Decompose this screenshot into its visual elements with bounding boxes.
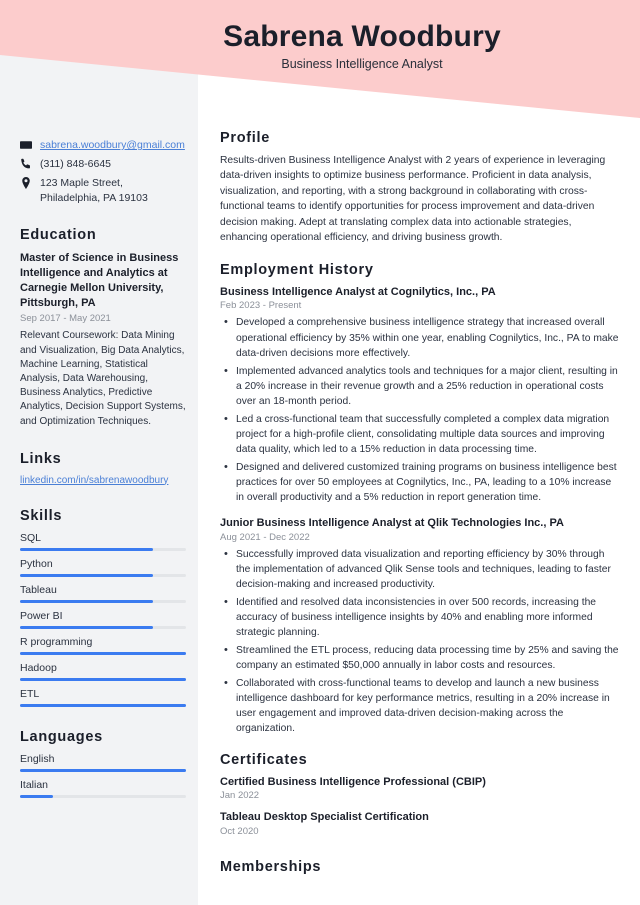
contact-list: sabrena.woodbury@gmail.com (311) 848-6645…: [20, 138, 186, 205]
language-level-fill: [20, 768, 186, 772]
resume-page: sabrena.woodbury@gmail.com (311) 848-6645…: [0, 0, 640, 905]
employment-entry: Junior Business Intelligence Analyst at …: [220, 516, 620, 736]
employment-bullet: Collaborated with cross-functional teams…: [220, 675, 620, 736]
language-item: English: [20, 753, 186, 772]
employment-title: Junior Business Intelligence Analyst at …: [220, 516, 564, 529]
employment-bullet: Streamlined the ETL process, reducing da…: [220, 642, 620, 673]
skill-level-fill: [20, 677, 186, 681]
language-level-track: [20, 794, 186, 798]
employment-bullet: Identified and resolved data inconsisten…: [220, 594, 620, 640]
skill-item: Tableau: [20, 584, 186, 603]
language-level-track: [20, 768, 186, 772]
employment-title: Business Intelligence Analyst at Cognily…: [220, 285, 496, 298]
language-level-fill: [20, 794, 54, 798]
education-date: Sep 2017 - May 2021: [20, 313, 111, 325]
contact-row: 123 Maple Street, Philadelphia, PA 19103: [20, 176, 186, 204]
skill-label: Tableau: [20, 583, 57, 596]
profile-section: Profile Results-driven Business Intellig…: [220, 130, 620, 246]
memberships-heading: Memberships: [220, 858, 322, 875]
employment-bullet: Successfully improved data visualization…: [220, 546, 620, 592]
languages-heading: Languages: [20, 728, 103, 745]
skills-list: SQL Python Tableau Power BI R programming Had…: [20, 532, 186, 707]
link-linkedin[interactable]: linkedin.com/in/sabrenawoodbury: [20, 475, 186, 486]
skill-item: Power BI: [20, 610, 186, 629]
employment-bullets: Developed a comprehensive business intel…: [220, 314, 620, 505]
employment-bullet: Implemented advanced analytics tools and…: [220, 363, 620, 409]
skill-item: R programming: [20, 636, 186, 655]
employment-date: Feb 2023 - Present: [220, 300, 302, 312]
skill-level-track: [20, 573, 186, 577]
employment-bullet: Developed a comprehensive business intel…: [220, 314, 620, 360]
certificate-entry: Certified Business Intelligence Professi…: [220, 775, 620, 801]
skill-label: Hadoop: [20, 661, 57, 674]
skill-level-fill: [20, 703, 186, 707]
certificate-entry: Tableau Desktop Specialist Certification…: [220, 810, 620, 836]
main-content: Profile Results-driven Business Intellig…: [220, 130, 620, 882]
employment-bullet: Led a cross-functional team that success…: [220, 411, 620, 457]
contact-value: (311) 848-6645: [40, 158, 112, 171]
skill-level-track: [20, 625, 186, 629]
certificates-section: Certificates Certified Business Intellig…: [220, 752, 620, 837]
skill-level-fill: [20, 625, 153, 629]
certificate-date: Jan 2022: [220, 790, 260, 802]
profile-heading: Profile: [220, 130, 271, 146]
skill-level-track: [20, 703, 186, 707]
employment-section: Employment History Business Intelligence…: [220, 262, 620, 736]
page-title: Sabrena Woodbury: [223, 20, 501, 53]
memberships-section: Memberships: [220, 859, 620, 875]
skill-level-track: [20, 599, 186, 603]
languages-list: English Italian: [20, 753, 186, 798]
employment-entry: Business Intelligence Analyst at Cognily…: [220, 285, 620, 505]
envelope-icon: [20, 139, 34, 151]
employment-list: Business Intelligence Analyst at Cognily…: [220, 285, 620, 736]
skill-label: Power BI: [20, 609, 63, 622]
education-description: Relevant Coursework: Data Mining and Vis…: [20, 330, 186, 427]
skill-level-track: [20, 651, 186, 655]
skill-level-fill: [20, 573, 153, 577]
sidebar: sabrena.woodbury@gmail.com (311) 848-6645…: [0, 0, 198, 905]
skill-level-track: [20, 547, 186, 551]
skill-label: ETL: [20, 687, 40, 700]
certificate-title: Tableau Desktop Specialist Certification: [220, 811, 429, 824]
certificates-list: Certified Business Intelligence Professi…: [220, 775, 620, 837]
skill-level-fill: [20, 651, 186, 655]
contact-value[interactable]: sabrena.woodbury@gmail.com: [40, 138, 185, 152]
skill-item: Python: [20, 558, 186, 577]
contact-row: (311) 848-6645: [20, 157, 186, 171]
skill-item: Hadoop: [20, 662, 186, 681]
location-pin-icon: [20, 177, 34, 190]
employment-bullets: Successfully improved data visualization…: [220, 546, 620, 736]
skills-heading: Skills: [20, 507, 63, 524]
skill-level-fill: [20, 599, 153, 603]
phone-icon: [20, 158, 34, 170]
language-label: Italian: [20, 778, 49, 791]
education-heading: Education: [20, 226, 97, 243]
skill-item: ETL: [20, 688, 186, 707]
skill-item: SQL: [20, 532, 186, 551]
education-degree: Master of Science in Business Intelligen…: [20, 251, 179, 310]
skill-level-fill: [20, 547, 153, 551]
skill-label: Python: [20, 557, 53, 570]
skill-level-track: [20, 677, 186, 681]
certificate-date: Oct 2020: [220, 825, 259, 837]
employment-bullet: Designed and delivered customized traini…: [220, 459, 620, 505]
header-job-title: Business Intelligence Analyst: [281, 57, 443, 71]
skill-label: R programming: [20, 635, 93, 648]
header-text-block: Sabrena Woodbury Business Intelligence A…: [102, 20, 622, 71]
contact-row[interactable]: sabrena.woodbury@gmail.com: [20, 138, 186, 152]
skill-label: SQL: [20, 531, 42, 544]
employment-heading: Employment History: [220, 261, 374, 278]
certificates-heading: Certificates: [220, 752, 308, 769]
contact-value: 123 Maple Street, Philadelphia, PA 19103: [40, 177, 148, 204]
sidebar-content: sabrena.woodbury@gmail.com (311) 848-6645…: [20, 138, 186, 805]
language-label: English: [20, 752, 55, 765]
certificate-title: Certified Business Intelligence Professi…: [220, 776, 486, 789]
links-heading: Links: [20, 450, 62, 467]
language-item: Italian: [20, 779, 186, 798]
profile-text: Results-driven Business Intelligence Ana…: [220, 155, 606, 244]
employment-date: Aug 2021 - Dec 2022: [220, 531, 310, 543]
